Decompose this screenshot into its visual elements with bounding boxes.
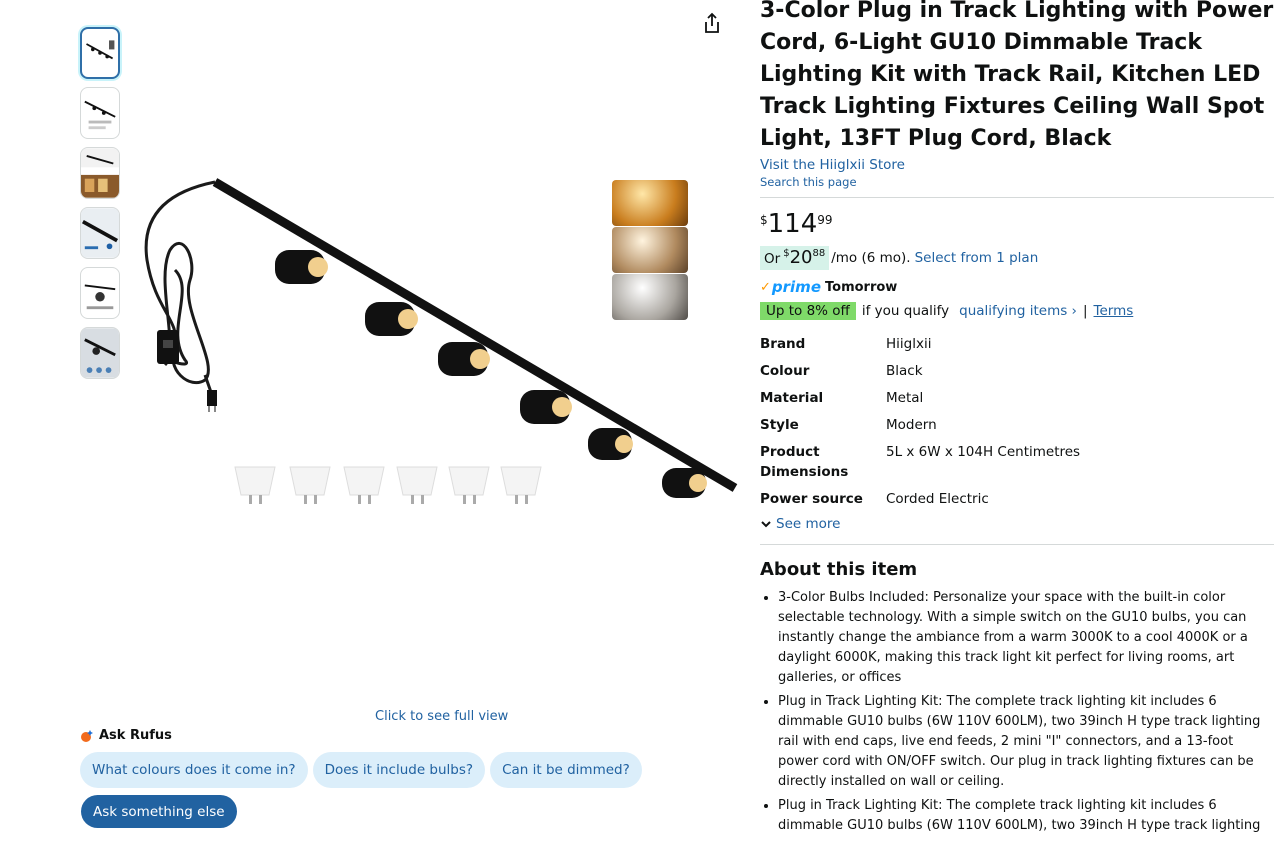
search-page-link[interactable]: Search this page [760,175,1274,189]
price-symbol: $ [760,213,768,227]
spec-value: Corded Electric [886,491,989,507]
thumbnail-6[interactable] [80,327,120,379]
thumbnail-strip [80,27,120,387]
ask-something-else-button[interactable]: Ask something else [81,795,237,828]
rufus-suggestions: What colours does it come in? Does it in… [80,752,642,788]
rufus-chip-bulbs[interactable]: Does it include bulbs? [312,752,486,788]
spec-row: Material Metal [760,388,1274,408]
divider [760,544,1274,545]
rufus-header: Ask Rufus [80,728,172,743]
spec-value: 5L x 6W x 104H Centimetres [886,444,1081,460]
thumbnail-3[interactable] [80,147,120,199]
terms-link[interactable]: Terms [1094,303,1134,319]
thumbnail-image [81,208,119,258]
monthly-badge: Or $ 20 88 [760,246,830,270]
spec-key: Product Dimensions [760,444,849,480]
rufus-chip-colours[interactable]: What colours does it come in? [80,752,308,788]
spec-value: Metal [886,390,924,406]
qualifying-items-link[interactable]: qualifying items › [959,303,1077,319]
about-bullet: Plug in Track Lighting Kit: The complete… [778,796,1274,836]
about-bullet: Plug in Track Lighting Kit: The complete… [778,692,1274,792]
neutral-light-swatch [612,227,688,273]
product-title: 3-Color Plug in Track Lighting with Powe… [760,0,1274,151]
separator: | [1082,303,1088,319]
spec-row: Brand Hiiglxii [760,334,1274,354]
thumbnail-1[interactable] [80,27,120,79]
discount-badge: Up to 8% off [760,302,856,320]
color-temperature-swatches [612,180,688,321]
select-plan-link[interactable]: Select from 1 plan [915,250,1039,266]
thumbnail-image [81,148,119,198]
price: $ 114 99 [760,210,1274,238]
product-details: 3-Color Plug in Track Lighting with Powe… [760,0,1274,840]
store-link[interactable]: Visit the Hiiglxii Store [760,157,1274,173]
spec-key: Colour [760,363,810,379]
prime-delivery: ✓ prime Tomorrow [760,278,1274,296]
spec-key: Style [760,417,799,433]
about-bullet: 3-Color Bulbs Included: Personalize your… [778,588,1274,688]
monthly-whole: 20 [789,247,813,268]
spec-value: Hiiglxii [886,336,932,352]
monthly-payment: Or $ 20 88 /mo (6 mo). Select from 1 pla… [760,246,1274,270]
full-view-link[interactable]: Click to see full view [375,709,508,724]
thumbnail-2[interactable] [80,87,120,139]
about-heading: About this item [760,559,918,580]
thumbnail-image [84,100,116,130]
spec-key: Power source [760,491,863,507]
price-whole: 114 [767,209,818,239]
rufus-title: Ask Rufus [99,728,172,743]
share-icon[interactable] [702,12,722,34]
prime-check-icon: ✓ [760,279,771,295]
rufus-chip-dimmed[interactable]: Can it be dimmed? [490,752,642,788]
rufus-logo-icon [81,729,93,742]
monthly-prefix: Or [764,251,781,267]
spec-row: Product Dimensions 5L x 6W x 104H Centime… [760,442,1274,482]
spec-value: Modern [886,417,937,433]
monthly-fraction: 88 [812,248,826,259]
price-fraction: 99 [817,213,833,227]
prime-logo: ✓ prime [760,278,821,296]
see-more-link[interactable]: See more [760,516,1274,532]
spec-row: Power source Corded Electric [760,489,1274,509]
qualify-text: if you qualify [861,303,950,319]
prime-label: prime [771,278,821,296]
monthly-suffix: /mo (6 mo). [831,250,911,266]
thumbnail-5[interactable] [80,267,120,319]
spec-row: Colour Black [760,361,1274,381]
thumbnail-4[interactable] [80,207,120,259]
spec-key: Brand [760,336,806,352]
thumbnail-image [81,328,119,378]
about-bullets: 3-Color Bulbs Included: Personalize your… [760,588,1274,836]
spec-row: Style Modern [760,415,1274,435]
deal-row: Up to 8% off if you qualify qualifying i… [760,302,1274,320]
chevron-down-icon [761,521,771,528]
delivery-day: Tomorrow [825,279,898,295]
spec-value: Black [886,363,923,379]
warm-light-swatch [612,180,688,226]
divider [760,197,1274,198]
see-more-label: See more [776,516,841,532]
spec-key: Material [760,390,824,406]
daylight-swatch [612,274,688,320]
thumbnail-image [86,40,115,60]
spec-table: Brand Hiiglxii Colour Black Material Metal … [760,334,1274,509]
thumbnail-image [84,284,116,310]
